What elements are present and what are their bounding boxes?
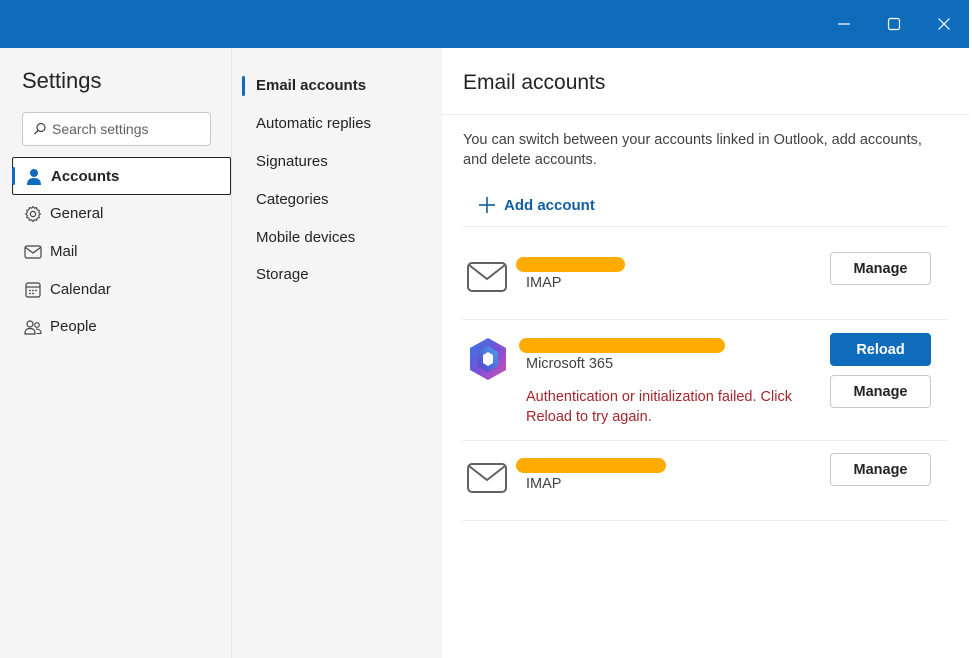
account-type: IMAP: [526, 476, 562, 492]
gear-icon: [24, 205, 42, 223]
settings-title: Settings: [22, 68, 102, 93]
active-indicator: [242, 76, 245, 96]
account-type: Microsoft 365: [526, 356, 614, 372]
add-account-label: Add account: [504, 196, 595, 214]
subnav-item-mobile-devices[interactable]: Mobile devices: [256, 229, 355, 246]
envelope-icon: [467, 262, 507, 292]
sidebar-item-mail[interactable]: Mail: [12, 233, 231, 271]
email-accounts-panel: Email accounts You can switch between yo…: [442, 48, 969, 658]
sidebar-item-people[interactable]: People: [12, 308, 231, 346]
redacted-email: [516, 458, 666, 473]
envelope-icon: [467, 463, 507, 493]
person-icon: [25, 168, 43, 186]
page-description: You can switch between your accounts lin…: [463, 132, 922, 168]
mail-icon: [24, 243, 42, 261]
people-icon: [24, 318, 42, 336]
search-settings-box[interactable]: [22, 112, 211, 146]
sidebar-item-label: General: [50, 205, 104, 222]
row-divider: [463, 319, 948, 320]
minimize-button[interactable]: [828, 8, 860, 40]
plus-icon: [479, 197, 495, 213]
subnav-item-email-accounts[interactable]: Email accounts: [256, 77, 366, 94]
page-title: Email accounts: [463, 71, 606, 94]
manage-button[interactable]: Manage: [830, 375, 931, 408]
account-error-message: Authentication or initialization failed.…: [526, 389, 792, 425]
redacted-email: [516, 257, 625, 272]
title-divider: [442, 114, 969, 115]
row-divider: [463, 520, 948, 521]
subnav-item-automatic-replies[interactable]: Automatic replies: [256, 115, 371, 132]
sidebar-item-label: Calendar: [50, 281, 111, 298]
settings-sidebar: Settings Accounts General Mail: [0, 48, 232, 658]
title-bar: [0, 0, 969, 48]
search-icon: [34, 122, 46, 135]
settings-window: Settings Accounts General Mail: [0, 0, 972, 658]
microsoft-365-icon: [470, 338, 506, 380]
sidebar-item-label: People: [50, 318, 97, 335]
calendar-icon: [24, 281, 42, 299]
manage-button[interactable]: Manage: [830, 252, 931, 285]
manage-button[interactable]: Manage: [830, 453, 931, 486]
sidebar-item-label: Mail: [50, 243, 78, 260]
sidebar-item-label: Accounts: [51, 168, 120, 185]
subnav-item-storage[interactable]: Storage: [256, 266, 309, 283]
close-button[interactable]: [928, 8, 960, 40]
close-icon: [938, 18, 950, 30]
accounts-subnav: Email accounts Automatic replies Signatu…: [232, 48, 442, 658]
minimize-icon: [838, 23, 850, 25]
subnav-item-signatures[interactable]: Signatures: [256, 153, 328, 170]
add-account-button[interactable]: Add account: [478, 194, 595, 216]
subnav-item-categories[interactable]: Categories: [256, 191, 329, 208]
reload-button[interactable]: Reload: [830, 333, 931, 366]
maximize-button[interactable]: [878, 8, 910, 40]
sidebar-item-calendar[interactable]: Calendar: [12, 271, 231, 309]
row-divider: [463, 440, 948, 441]
row-divider: [463, 226, 948, 227]
maximize-icon: [887, 17, 901, 31]
sidebar-item-accounts[interactable]: Accounts: [12, 157, 231, 195]
search-input[interactable]: [52, 113, 202, 145]
redacted-email: [519, 338, 725, 353]
account-type: IMAP: [526, 275, 562, 291]
sidebar-item-general[interactable]: General: [12, 195, 231, 233]
